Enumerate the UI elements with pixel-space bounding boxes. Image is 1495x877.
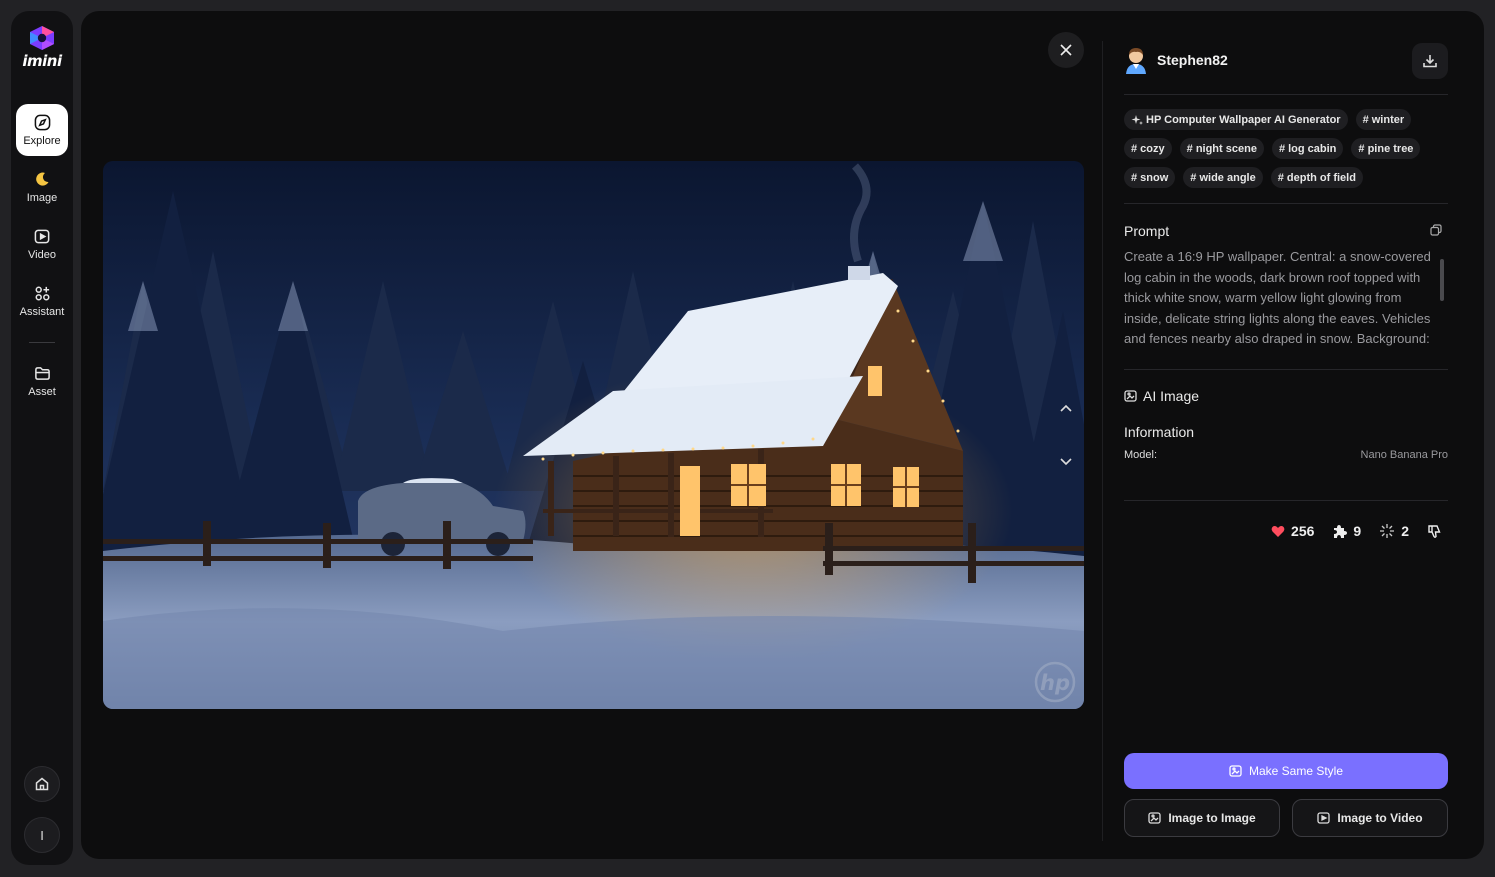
- moon-icon: [33, 170, 51, 188]
- model-label: Model:: [1124, 449, 1158, 461]
- prompt-title: Prompt: [1124, 223, 1170, 239]
- nav-asset-label: Asset: [28, 386, 56, 398]
- detail-panel: hp Stephen82 HP Computer Wallpaper AI Ge…: [81, 11, 1484, 859]
- snowy-log-cabin-night-image: hp: [103, 161, 1084, 709]
- model-value: Nano Banana Pro: [1360, 449, 1448, 461]
- magic-image-icon: [1229, 765, 1242, 777]
- sparkle-icon: [1131, 114, 1143, 125]
- nav-assistant[interactable]: Assistant: [16, 275, 68, 327]
- image-to-video-button[interactable]: Image to Video: [1292, 799, 1448, 837]
- generated-image[interactable]: hp: [103, 161, 1084, 709]
- prompt-scrollbar[interactable]: [1438, 249, 1446, 355]
- image-to-image-button[interactable]: Image to Image: [1124, 799, 1280, 837]
- apps-icon: [33, 284, 51, 302]
- burst-icon: [1380, 524, 1395, 538]
- nav-explore[interactable]: Explore: [16, 104, 68, 156]
- close-button[interactable]: [1048, 32, 1084, 68]
- nav-video[interactable]: Video: [16, 218, 68, 270]
- tag-pine-tree[interactable]: # pine tree: [1351, 138, 1421, 159]
- author-name: Stephen82: [1157, 52, 1228, 68]
- hp-watermark: hp: [1040, 671, 1070, 695]
- compass-icon: [33, 113, 51, 131]
- nav-image-label: Image: [26, 192, 58, 204]
- user-initial: I: [40, 827, 44, 843]
- information-title: Information: [1124, 424, 1195, 440]
- home-button[interactable]: [24, 766, 60, 802]
- remix-button[interactable]: 9: [1332, 523, 1361, 539]
- scrollbar-thumb[interactable]: [1440, 259, 1444, 301]
- ai-image-icon: [1124, 390, 1137, 402]
- brand-name: imini: [22, 52, 62, 70]
- uses-count[interactable]: 2: [1379, 523, 1409, 539]
- thumbs-down-icon: [1428, 524, 1441, 538]
- nav-divider: [29, 342, 55, 343]
- tag-depth-of-field[interactable]: # depth of field: [1270, 167, 1363, 188]
- tag-list: HP Computer Wallpaper AI Generator # win…: [1124, 109, 1448, 196]
- tag-winter[interactable]: # winter: [1355, 109, 1412, 130]
- download-button[interactable]: [1412, 43, 1448, 79]
- stats-bar: 256 9 2: [1253, 523, 1448, 539]
- tag-snow[interactable]: # snow: [1124, 167, 1176, 188]
- chevron-up-icon: [1060, 404, 1072, 412]
- like-button[interactable]: 256: [1271, 523, 1314, 539]
- user-menu-button[interactable]: I: [24, 817, 60, 853]
- divider: [1124, 94, 1448, 95]
- copy-icon[interactable]: [1430, 224, 1442, 236]
- previous-arrow-button[interactable]: [1057, 399, 1075, 417]
- sidebar: imini Explore Image Video Assistant Asse…: [11, 11, 73, 865]
- details-sidebar: Stephen82 HP Computer Wallpaper AI Gener…: [1124, 11, 1448, 859]
- nav-assistant-label: Assistant: [19, 306, 65, 318]
- next-arrow-button[interactable]: [1057, 453, 1075, 471]
- tag-generator[interactable]: HP Computer Wallpaper AI Generator: [1124, 109, 1348, 130]
- video-icon: [1317, 812, 1331, 824]
- panel-divider: [1102, 41, 1103, 841]
- home-icon: [35, 777, 49, 791]
- imini-logo-icon: [30, 26, 54, 50]
- image-icon: [1148, 812, 1161, 824]
- close-icon: [1060, 44, 1072, 56]
- tag-night-scene[interactable]: # night scene: [1179, 138, 1264, 159]
- video-play-icon: [33, 227, 51, 245]
- nav-asset[interactable]: Asset: [16, 355, 68, 407]
- folder-icon: [33, 364, 51, 382]
- nav-explore-label: Explore: [23, 135, 61, 147]
- nav-image[interactable]: Image: [16, 161, 68, 213]
- divider: [1124, 369, 1448, 370]
- author[interactable]: Stephen82: [1124, 46, 1228, 74]
- chevron-down-icon: [1060, 458, 1072, 466]
- tag-cozy[interactable]: # cozy: [1124, 138, 1172, 159]
- prompt-text: Create a 16:9 HP wallpaper. Central: a s…: [1124, 249, 1431, 346]
- app-root: imini Explore Image Video Assistant Asse…: [0, 0, 1495, 877]
- type-label: AI Image: [1124, 388, 1199, 404]
- dislike-button[interactable]: [1427, 524, 1448, 539]
- divider: [1124, 203, 1448, 204]
- tag-log-cabin[interactable]: # log cabin: [1271, 138, 1344, 159]
- heart-icon: [1271, 525, 1285, 537]
- puzzle-icon: [1334, 524, 1348, 538]
- nav-video-label: Video: [28, 249, 56, 261]
- brand-logo[interactable]: imini: [11, 25, 73, 87]
- tag-wide-angle[interactable]: # wide angle: [1183, 167, 1263, 188]
- divider: [1124, 500, 1448, 501]
- download-icon: [1423, 55, 1437, 68]
- main-nav: Explore Image Video Assistant Asset: [11, 104, 73, 412]
- make-same-style-button[interactable]: Make Same Style: [1124, 753, 1448, 789]
- avatar-icon: [1126, 48, 1146, 74]
